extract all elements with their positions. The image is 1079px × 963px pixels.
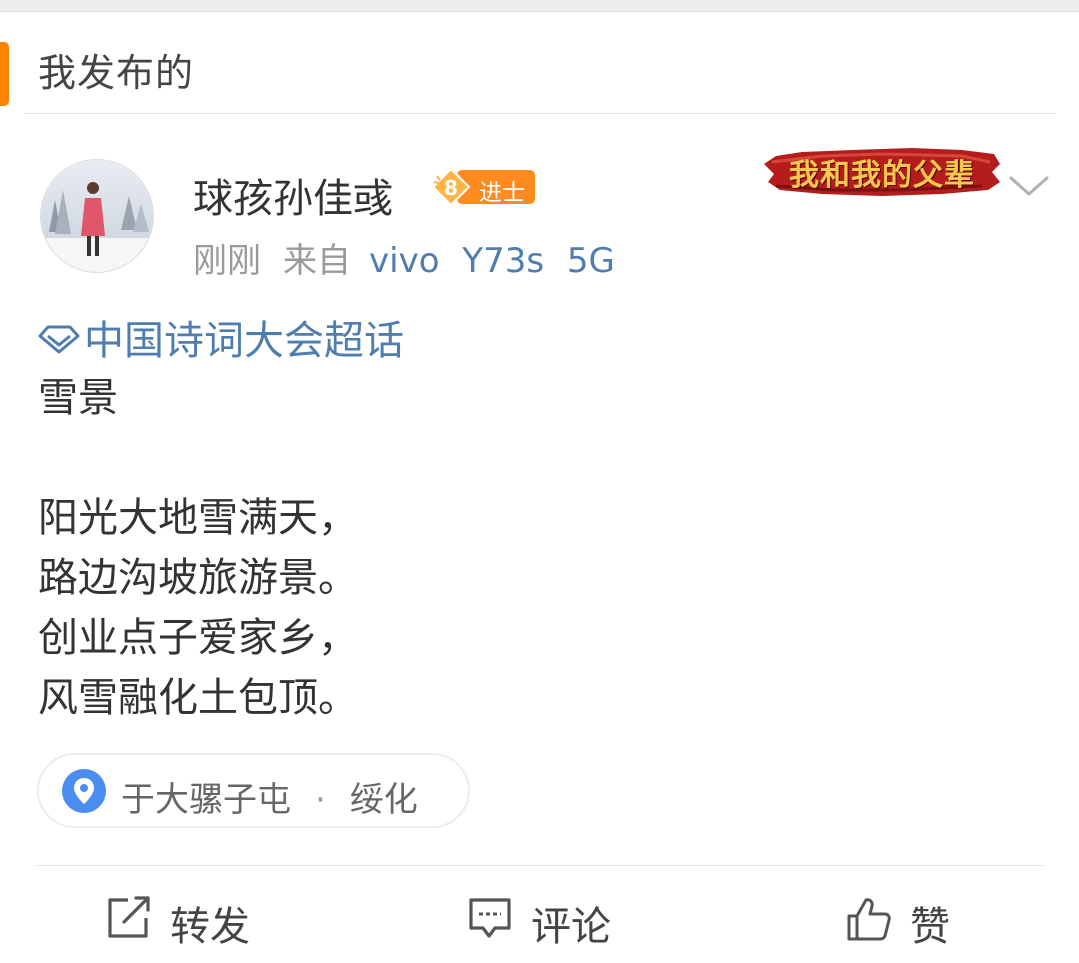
post-text: 雪景 阳光大地雪满天， 路边沟坡旅游景。 创业点子爱家乡， 风雪融化土包顶。 bbox=[38, 368, 358, 728]
post-line bbox=[38, 428, 358, 488]
section-header: 我发布的 bbox=[0, 12, 1079, 114]
supertopic-diamond-icon bbox=[38, 325, 80, 354]
section-accent-bar bbox=[0, 42, 9, 106]
section-title: 我发布的 bbox=[38, 51, 195, 95]
author-name[interactable]: 球孩孙佳彧 bbox=[193, 166, 393, 224]
device-link[interactable]: vivo Y73s 5G bbox=[369, 241, 615, 281]
banner-text: 我和我的父辈 bbox=[789, 158, 975, 193]
rank-badge[interactable]: 8 进士 bbox=[431, 168, 535, 206]
post-line: 风雪融化土包顶。 bbox=[38, 675, 358, 721]
rank-level: 8 bbox=[444, 176, 458, 200]
repost-label: 转发 bbox=[170, 904, 250, 950]
thumbs-up-icon bbox=[847, 898, 891, 941]
location-separator: · bbox=[315, 780, 326, 820]
location-place: 于大骡子屯 bbox=[121, 780, 291, 820]
post-line: 创业点子爱家乡， bbox=[38, 615, 358, 661]
action-bar: 转发 评论 赞 bbox=[0, 866, 1079, 963]
post-line: 阳光大地雪满天， bbox=[38, 495, 358, 541]
header-divider bbox=[24, 113, 1056, 114]
rank-diamond-icon: 8 bbox=[431, 168, 471, 206]
post-line: 雪景 bbox=[38, 375, 118, 421]
post-time: 刚刚 bbox=[193, 241, 261, 281]
supertopic-name: 中国诗词大会超话 bbox=[84, 318, 404, 364]
source-prefix: 来自 bbox=[283, 241, 351, 281]
chevron-down-icon[interactable] bbox=[1008, 170, 1050, 202]
location-pin-icon bbox=[62, 769, 106, 813]
supertopic-link[interactable]: 中国诗词大会超话 bbox=[38, 308, 404, 366]
avatar[interactable] bbox=[40, 159, 154, 273]
post-meta: 刚刚 来自 vivo Y73s 5G bbox=[193, 233, 615, 282]
location-text: 于大骡子屯 · 绥化 bbox=[121, 772, 418, 821]
location-city: 绥化 bbox=[349, 780, 418, 820]
rank-title: 进士 bbox=[479, 180, 525, 206]
repost-icon bbox=[108, 896, 150, 938]
comment-icon bbox=[469, 898, 511, 938]
comment-label: 评论 bbox=[531, 904, 611, 950]
location-tag[interactable]: 于大骡子屯 · 绥化 bbox=[37, 753, 470, 828]
top-strip bbox=[0, 0, 1079, 12]
like-label: 赞 bbox=[910, 904, 950, 950]
event-banner[interactable]: 我和我的父辈 bbox=[762, 142, 1002, 200]
post-line: 路边沟坡旅游景。 bbox=[38, 555, 358, 601]
